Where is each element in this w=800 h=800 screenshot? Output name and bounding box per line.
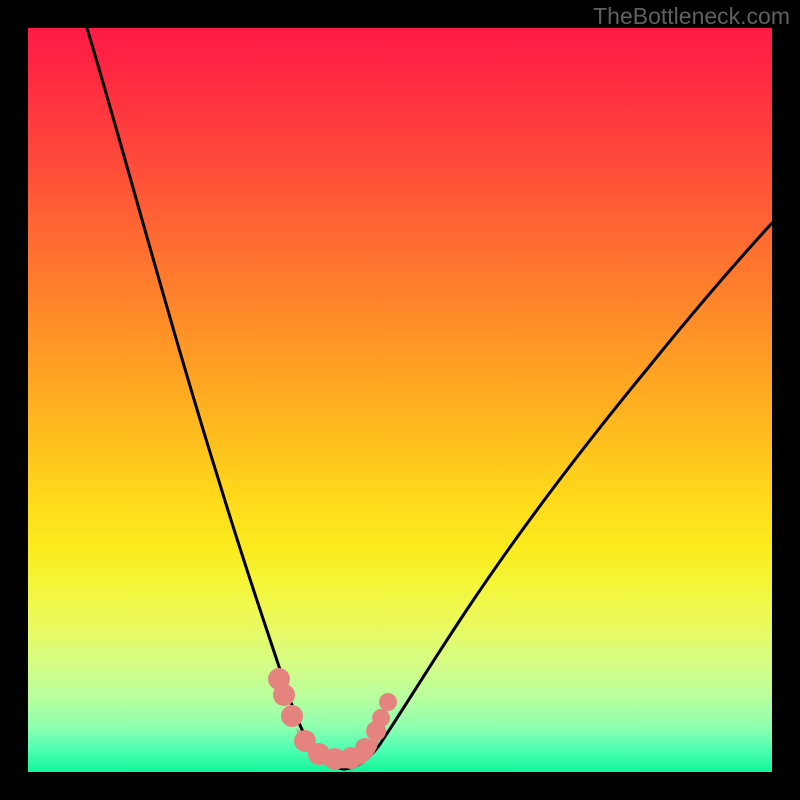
curves-svg <box>28 28 772 772</box>
blob-cluster <box>268 668 397 770</box>
watermark-text: TheBottleneck.com <box>593 3 790 30</box>
plot-area <box>28 28 772 772</box>
chart-frame: TheBottleneck.com <box>0 0 800 800</box>
left-curve <box>87 28 344 769</box>
right-curve <box>344 223 772 769</box>
